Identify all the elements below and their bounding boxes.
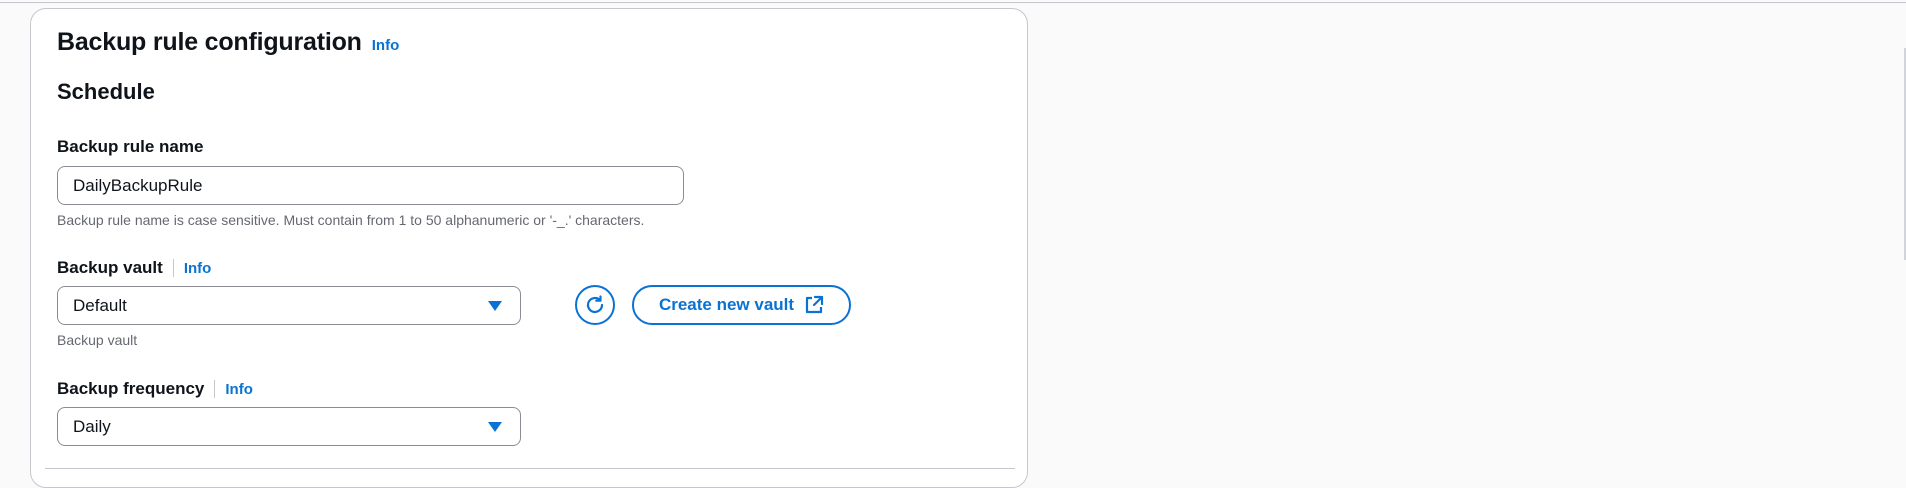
frequency-select[interactable]: Daily [57, 407, 521, 446]
external-link-icon [805, 295, 824, 314]
frequency-select-value: Daily [73, 416, 111, 436]
vault-label-text: Backup vault [57, 258, 163, 277]
caret-down-icon [488, 421, 502, 432]
label-separator [172, 259, 174, 277]
rule-name-label: Backup rule name [57, 137, 203, 157]
vault-info-link[interactable]: Info [184, 260, 212, 277]
panel-title: Backup rule configuration [57, 28, 362, 56]
vault-hint: Backup vault [57, 332, 138, 348]
refresh-icon [586, 295, 604, 314]
create-new-vault-button[interactable]: Create new vault [632, 285, 851, 325]
schedule-heading: Schedule [57, 79, 155, 104]
vault-label: Backup vault Info [57, 258, 211, 278]
panel-info-link[interactable]: Info [372, 37, 400, 54]
frequency-info-link[interactable]: Info [225, 381, 253, 398]
rule-name-hint: Backup rule name is case sensitive. Must… [57, 212, 645, 228]
frequency-label-text: Backup frequency [57, 379, 205, 398]
backup-rule-configuration-panel: Backup rule configuration Info Schedule … [30, 8, 1028, 488]
frequency-label: Backup frequency Info [57, 379, 253, 399]
vault-select[interactable]: Default [57, 286, 521, 325]
label-separator [214, 380, 216, 398]
panel-header: Backup rule configuration Info [57, 28, 399, 57]
top-divider [0, 2, 1906, 3]
refresh-vaults-button[interactable] [575, 285, 615, 325]
vault-select-value: Default [73, 295, 127, 315]
section-divider [45, 468, 1015, 469]
create-new-vault-label: Create new vault [658, 295, 795, 314]
caret-down-icon [488, 300, 502, 311]
rule-name-label-text: Backup rule name [57, 137, 204, 156]
rule-name-input[interactable] [57, 166, 684, 205]
